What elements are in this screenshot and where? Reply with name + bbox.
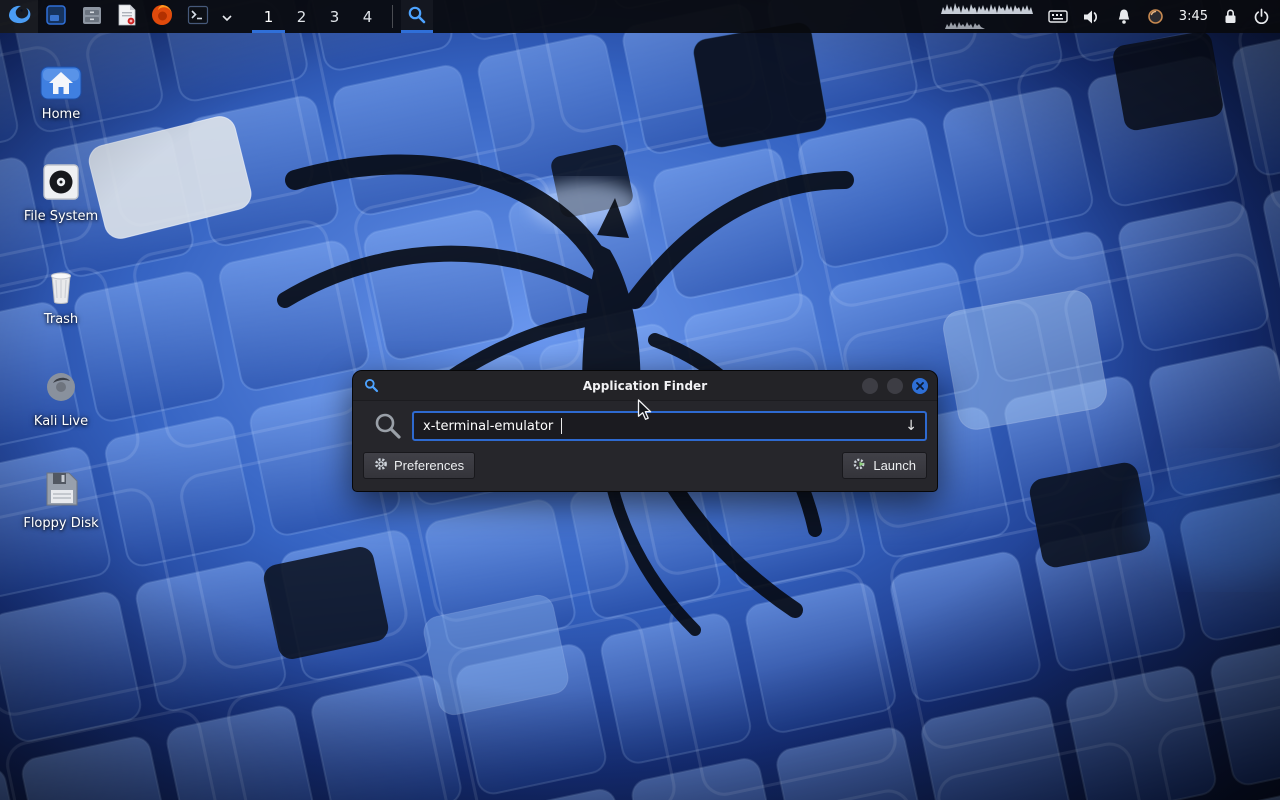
lock-icon[interactable] — [1223, 8, 1238, 25]
audio-spectrum-graph — [941, 1, 1033, 33]
document-icon — [116, 3, 138, 31]
desktop-icon-home[interactable]: Home — [12, 54, 110, 122]
desktop-icon-label: Floppy Disk — [23, 517, 98, 531]
maximize-button[interactable] — [887, 378, 903, 394]
gear-icon — [374, 457, 388, 474]
logout-power-icon[interactable] — [1253, 8, 1270, 25]
firefox-launcher[interactable] — [144, 0, 180, 33]
desktop: 1 2 3 4 — [0, 0, 1280, 800]
terminal-icon — [186, 3, 210, 31]
panel-separator — [392, 5, 393, 28]
hard-disk-icon — [39, 156, 83, 204]
text-caret — [561, 418, 562, 434]
launch-button[interactable]: Launch — [842, 452, 927, 479]
panel-spacer — [238, 0, 252, 33]
panel-left-group: 1 2 3 4 — [0, 0, 433, 33]
floppy-disk-icon — [39, 463, 83, 511]
desktop-icon-label: Home — [42, 108, 80, 122]
text-editor-launcher[interactable] — [110, 0, 144, 33]
workspace-3[interactable]: 3 — [318, 0, 351, 33]
window-titlebar[interactable]: Application Finder — [353, 371, 937, 401]
trash-icon — [39, 259, 83, 307]
keyboard-layout-icon[interactable] — [1048, 9, 1068, 24]
disc-icon — [39, 361, 83, 409]
top-panel: 1 2 3 4 — [0, 0, 1280, 33]
file-manager-launcher[interactable] — [74, 0, 110, 33]
desktop-icon-label: Trash — [44, 313, 78, 327]
application-finder-window: Application Finder — [352, 370, 938, 492]
desktop-icon-floppy-disk[interactable]: Floppy Disk — [12, 463, 110, 531]
desktop-icon-file-system[interactable]: File System — [12, 156, 110, 224]
window-icon — [44, 3, 68, 31]
applications-menu-button[interactable] — [0, 0, 38, 33]
search-input-value: x-terminal-emulator — [423, 419, 553, 434]
mouse-cursor — [637, 399, 657, 421]
workspace-1[interactable]: 1 — [252, 0, 285, 33]
magnifier-icon — [407, 5, 427, 29]
workspace-4[interactable]: 4 — [351, 0, 384, 33]
close-button[interactable] — [912, 378, 928, 394]
desktop-icon-kali-live[interactable]: Kali Live — [12, 361, 110, 429]
notification-bell-icon[interactable] — [1116, 8, 1132, 25]
application-finder-icon — [364, 378, 379, 393]
volume-icon[interactable] — [1083, 9, 1101, 25]
taskbar-application-finder[interactable] — [401, 0, 433, 33]
terminal-launcher[interactable] — [180, 0, 216, 33]
search-icon — [374, 412, 402, 440]
show-desktop-button[interactable] — [38, 0, 74, 33]
search-input[interactable]: x-terminal-emulator ↓ — [412, 411, 927, 441]
kali-logo-icon — [6, 2, 32, 32]
firefox-icon — [150, 3, 174, 31]
desktop-icon-label: File System — [24, 210, 98, 224]
close-icon — [916, 382, 924, 390]
launch-button-label: Launch — [873, 458, 916, 473]
home-icon — [38, 54, 84, 102]
window-title: Application Finder — [353, 379, 937, 393]
run-gear-icon — [853, 457, 867, 474]
preferences-button[interactable]: Preferences — [363, 452, 475, 479]
dropdown-arrow-icon[interactable]: ↓ — [905, 419, 917, 433]
terminal-dropdown-button[interactable] — [216, 0, 238, 33]
desktop-icon-label: Kali Live — [34, 415, 88, 429]
folder-icon — [80, 3, 104, 31]
button-row: Preferences Launch — [363, 452, 927, 479]
preferences-button-label: Preferences — [394, 458, 464, 473]
panel-clock[interactable]: 3:45 — [1179, 9, 1208, 24]
desktop-icon-trash[interactable]: Trash — [12, 259, 110, 327]
window-controls — [862, 378, 928, 394]
workspace-2[interactable]: 2 — [285, 0, 318, 33]
panel-right-group: 3:45 — [941, 0, 1280, 33]
desktop-icon-list: Home File System Trash — [12, 54, 110, 531]
minimize-button[interactable] — [862, 378, 878, 394]
chevron-down-icon — [222, 7, 232, 26]
status-orb-icon[interactable] — [1147, 8, 1164, 25]
